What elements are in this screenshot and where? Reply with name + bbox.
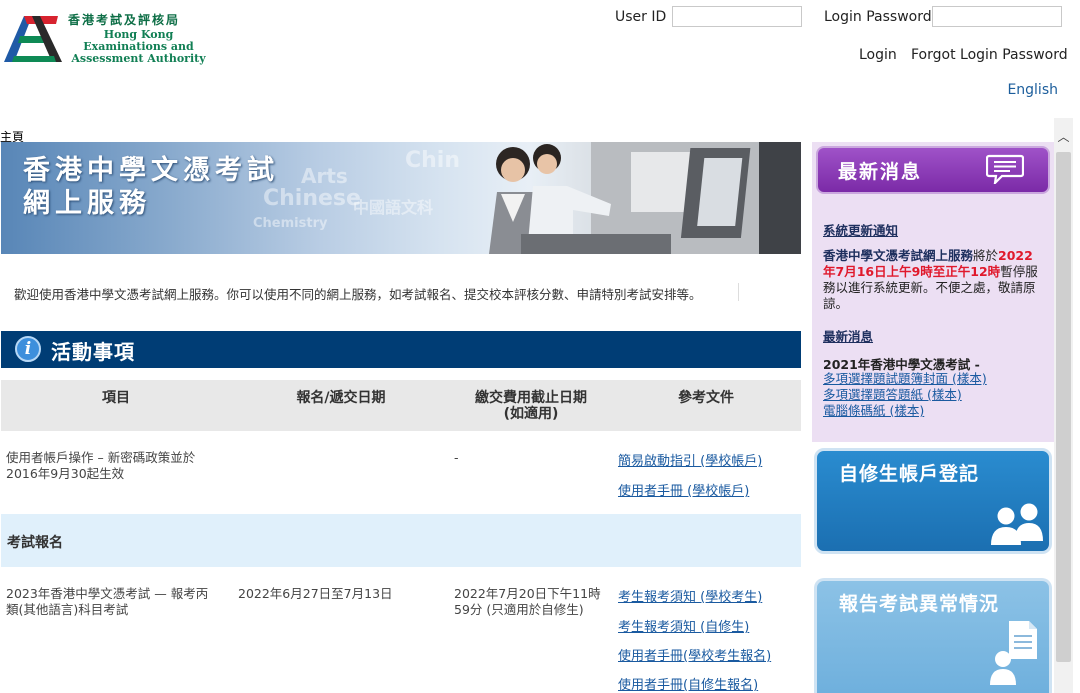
fee-header-line2: (如適用)	[503, 406, 559, 422]
column-header-item: 項目	[102, 390, 130, 406]
login-link[interactable]: Login	[859, 47, 897, 63]
latest-news-title: 最新消息	[838, 161, 923, 183]
logo-english-line3: Assessment Authority	[71, 52, 206, 65]
welcome-divider	[738, 283, 739, 301]
user-id-input[interactable]	[672, 6, 802, 27]
doc-link-quick-start-school[interactable]: 簡易啟動指引 (學校帳戶)	[618, 450, 762, 469]
message-icon	[986, 154, 1024, 184]
banner-title: 香港中學文憑考試 網上服務	[23, 154, 279, 220]
language-english-link[interactable]: English	[1007, 82, 1058, 98]
login-password-label: Login Password	[824, 9, 932, 25]
page-header: 香港考試及評核局 Hong Kong Examinations and Asse…	[0, 0, 1080, 112]
user-id-label: User ID	[615, 9, 667, 25]
scrollbar-thumb[interactable]	[1056, 152, 1071, 662]
item-line1: 2023年香港中學文憑考試 — 報考丙	[6, 586, 209, 601]
doc-link-notes-private-candidates[interactable]: 考生報考須知 (自修生)	[618, 616, 749, 635]
barcode-sheet-link[interactable]: 電腦條碼紙 (樣本)	[823, 403, 924, 419]
user-document-icon	[990, 621, 1037, 685]
forgot-password-link[interactable]: Forgot Login Password	[911, 47, 1068, 63]
column-header-fee-deadline: 繳交費用截止日期 (如適用)	[456, 390, 606, 422]
item-line1: 使用者帳戶操作 – 新密碼政策並於	[6, 450, 196, 465]
notice-connector: 將於	[973, 248, 999, 263]
hkdse-banner: Arts Chinese Chemistry Chin 中國語文科 香港中學文憑…	[1, 142, 801, 254]
report-irregularity-card[interactable]: 報告考試異常情況	[814, 578, 1052, 693]
scroll-up-arrow-icon[interactable]: ︿	[1054, 130, 1073, 144]
item-line2: 2016年9月30起生效	[6, 466, 125, 481]
latest-news-panel: 最新消息 系統更新通知 香港中學文憑考試網上服務將於2022年7月16日上午9時…	[812, 142, 1054, 442]
doc-link-manual-school-registration[interactable]: 使用者手冊(學校考生報名)	[618, 645, 771, 664]
info-icon: i	[15, 336, 41, 362]
doc-link-notes-school-candidates[interactable]: 考生報考須知 (學校考生)	[618, 586, 762, 605]
column-header-docs: 參考文件	[678, 390, 734, 406]
login-password-input[interactable]	[932, 6, 1062, 27]
latest-news-link[interactable]: 最新消息	[823, 326, 873, 345]
page-scrollbar[interactable]: ︿	[1054, 118, 1073, 693]
table-row-account-item: 使用者帳戶操作 – 新密碼政策並於 2016年9月30起生效	[6, 450, 195, 482]
notice-service-name: 香港中學文憑考試網上服務	[823, 248, 974, 263]
doc-link-manual-private-registration[interactable]: 使用者手冊(自修生報名)	[618, 674, 758, 693]
row1-fee-deadline: -	[454, 450, 459, 465]
mc-answer-sheet-link[interactable]: 多項選擇題答題紙 (樣本)	[823, 387, 962, 403]
banner-decoration: Arts	[301, 164, 348, 188]
activities-table-header: 項目 報名/遞交日期 繳交費用截止日期 (如適用) 參考文件	[1, 380, 801, 431]
fee-line1: 2022年7月20日下午11時	[454, 586, 601, 601]
hkeaa-logo	[4, 16, 62, 62]
fee-header-line1: 繳交費用截止日期	[475, 390, 587, 406]
fee-line2: 59分 (只適用於自修生)	[454, 602, 584, 617]
card-title: 自修生帳戶登記	[839, 463, 980, 485]
row2-registration-date: 2022年6月27日至7月13日	[238, 586, 393, 601]
latest-news-header[interactable]: 最新消息	[816, 146, 1050, 194]
table-row-category-c-item: 2023年香港中學文憑考試 — 報考丙 類(其他語言)科目考試	[6, 586, 208, 618]
column-header-date: 報名/遞交日期	[296, 390, 386, 406]
system-update-notice-link[interactable]: 系統更新通知	[823, 220, 898, 239]
activities-title: 活動事項	[51, 340, 135, 364]
banner-decoration: 中國語文科	[353, 198, 434, 217]
row2-fee-deadline: 2022年7月20日下午11時 59分 (只適用於自修生)	[454, 586, 601, 618]
item-line2: 類(其他語言)科目考試	[6, 602, 129, 617]
logo-chinese-name: 香港考試及評核局	[68, 13, 181, 27]
section-exam-registration: 考試報名	[1, 514, 801, 567]
hkeaa-logo-text: 香港考試及評核局 Hong Kong Examinations and Asse…	[66, 14, 211, 65]
card-title: 報告考試異常情況	[839, 593, 1000, 615]
students-photo	[489, 142, 801, 254]
doc-link-user-manual-school[interactable]: 使用者手冊 (學校帳戶)	[618, 480, 749, 499]
welcome-message: 歡迎使用香港中學文憑考試網上服務。你可以使用不同的網上服務，如考試報名、提交校本…	[14, 287, 702, 302]
banner-title-line1: 香港中學文憑考試	[23, 155, 279, 186]
mc-question-book-cover-link[interactable]: 多項選擇題試題簿封面 (樣本)	[823, 371, 987, 387]
activities-header: i 活動事項	[1, 331, 801, 368]
users-icon	[991, 503, 1043, 545]
system-update-notice-text: 香港中學文憑考試網上服務將於2022年7月16日上午9時至正午12時暫停服務以進…	[823, 248, 1045, 312]
banner-title-line2: 網上服務	[23, 188, 151, 219]
section-label: 考試報名	[7, 535, 63, 551]
private-candidate-registration-card[interactable]: 自修生帳戶登記	[814, 448, 1052, 554]
